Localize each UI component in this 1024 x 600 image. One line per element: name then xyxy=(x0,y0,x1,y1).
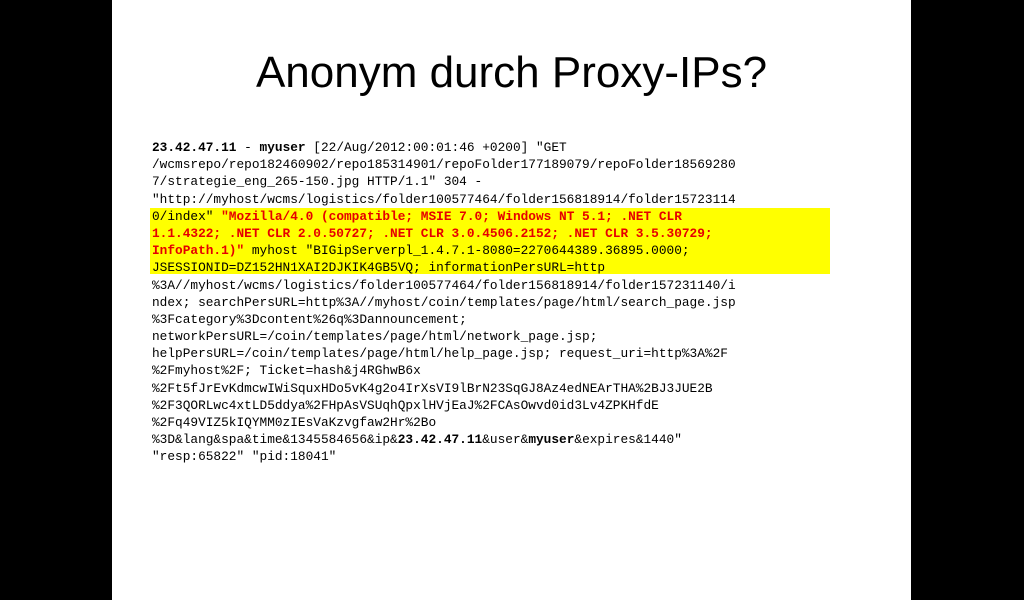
log-line: %2F3QORLwc4xtLD5ddya%2FHpAsVSUqhQpxlHVjE… xyxy=(152,397,659,413)
log-line: helpPersURL=/coin/templates/page/html/he… xyxy=(152,346,728,362)
user-agent-end: InfoPath.1)" xyxy=(152,243,245,259)
log-line: %2Fmyhost%2F; Ticket=hash&j4RGhwB6x xyxy=(152,363,421,379)
query-params-end: &expires&1440" xyxy=(574,432,682,448)
username: myuser xyxy=(259,140,306,155)
slide-title: Anonym durch Proxy-IPs? xyxy=(255,48,768,97)
user-agent: "Mozilla/4.0 (compatible; MSIE 7.0; Wind… xyxy=(221,208,682,224)
query-params: %3D&lang&spa&time&1345584656&ip& xyxy=(152,432,398,448)
query-params-user: &user& xyxy=(482,432,529,448)
log-line: /wcmsrepo/repo182460902/repo185314901/re… xyxy=(152,157,736,173)
log-line: 1.1.4322; .NET CLR 2.0.50727; .NET CLR 3… xyxy=(152,225,852,242)
log-line: %3D&lang&spa&time&1345584656&ip&23.42.47… xyxy=(152,431,852,448)
log-line: 7/strategie_eng_265-150.jpg HTTP/1.1" 30… xyxy=(152,174,483,190)
log-line: "http://myhost/wcms/logistics/folder1005… xyxy=(152,191,736,207)
log-line: %3Fcategory%3Dcontent%26q%3Dannouncement… xyxy=(152,311,467,327)
log-separator: - xyxy=(236,140,260,155)
log-line: networkPersURL=/coin/templates/page/html… xyxy=(152,329,598,345)
username-in-query: myuser xyxy=(528,432,575,448)
log-line: InfoPath.1)" myhost "BIGipServerpl_1.4.7… xyxy=(152,242,852,259)
log-line: 23.42.47.11 - myuser [22/Aug/2012:00:01:… xyxy=(152,139,852,156)
log-line: "resp:65822" "pid:18041" xyxy=(152,449,337,465)
log-line: %2Ft5fJrEvKdmcwIWiSquxHDo5vK4g2o4IrXsVI9… xyxy=(152,380,713,396)
user-agent-continued: 1.1.4322; .NET CLR 2.0.50727; .NET CLR 3… xyxy=(152,225,713,241)
client-ip: 23.42.47.11 xyxy=(152,140,237,155)
host-cookie: myhost "BIGipServerpl_1.4.7.1-8080=22706… xyxy=(244,243,690,259)
request-start: [22/Aug/2012:00:01:46 +0200] "GET xyxy=(305,140,567,155)
referer-end: 0/index" xyxy=(152,208,222,224)
log-line: %3A//myhost/wcms/logistics/folder1005774… xyxy=(152,277,736,293)
log-line: %2Fq49VIZ5kIQYMM0zIEsVaKzvgfaw2Hr%2Bo xyxy=(152,415,437,430)
log-entry: 23.42.47.11 - myuser [22/Aug/2012:00:01:… xyxy=(150,139,852,466)
log-line: 0/index" "Mozilla/4.0 (compatible; MSIE … xyxy=(152,208,852,225)
log-line: ndex; searchPersURL=http%3A//myhost/coin… xyxy=(152,294,736,310)
slide: Anonym durch Proxy-IPs? 23.42.47.11 - my… xyxy=(112,0,911,600)
log-line: JSESSIONID=DZ152HN1XAI2DJKIK4GB5VQ; info… xyxy=(152,260,606,276)
client-ip-in-query: 23.42.47.11 xyxy=(397,432,483,448)
